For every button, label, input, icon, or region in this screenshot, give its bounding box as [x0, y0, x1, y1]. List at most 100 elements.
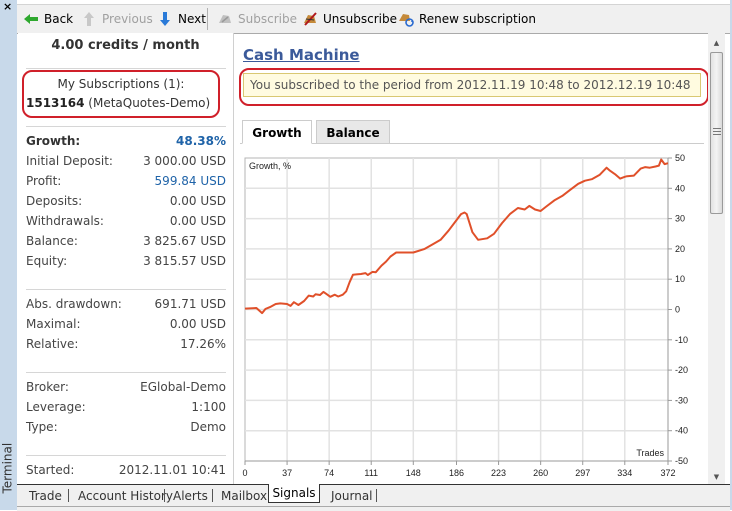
subscription-account[interactable]: 1513164 (MetaQuotes-Demo)	[26, 96, 216, 110]
divider	[26, 455, 226, 456]
renew-icon	[399, 14, 414, 27]
tab-signals[interactable]: Signals	[268, 484, 320, 503]
growth-chart: 0 37 74 111 148 186 223 260 297 334 372 50 40 30 20 10 0…	[242, 153, 688, 478]
x-tick-label: 37	[282, 468, 292, 478]
stat-value: 48.38%	[176, 134, 226, 148]
stat-label: Abs. drawdown:	[26, 297, 122, 311]
stat-relative: Relative: 17.26%	[26, 337, 226, 355]
y-tick-label: 20	[675, 244, 685, 254]
stat-started: Started: 2012.11.01 10:41	[26, 463, 226, 481]
subscribe-button[interactable]: Subscribe	[217, 10, 297, 28]
panel-divider	[233, 33, 234, 485]
x-tick-label: 297	[575, 468, 590, 478]
arrow-left-icon	[24, 14, 38, 24]
my-subscriptions-title: My Subscriptions (1):	[57, 77, 185, 91]
divider	[26, 289, 226, 290]
tab-alerts[interactable]: Alerts	[173, 488, 208, 504]
y-tick-label: 10	[675, 274, 685, 284]
y-tick-label: -30	[675, 395, 688, 405]
tab-trade[interactable]: Trade	[29, 488, 62, 504]
chart-title: Growth, %	[249, 161, 291, 171]
stat-value: 3 825.67 USD	[143, 234, 226, 248]
arrow-down-icon	[160, 12, 170, 26]
stat-initial-deposit: Initial Deposit: 3 000.00 USD	[26, 154, 226, 172]
divider	[26, 126, 226, 127]
stat-label: Deposits:	[26, 194, 83, 208]
subscription-period-notice: You subscribed to the period from 2012.1…	[243, 73, 701, 97]
stat-value: 0.00 USD	[169, 317, 226, 331]
signal-name-link[interactable]: Cash Machine	[243, 46, 360, 64]
stat-value: 599.84 USD	[154, 174, 226, 188]
stat-value: 691.71 USD	[154, 297, 226, 311]
stat-label: Profit:	[26, 174, 62, 188]
stat-withdrawals: Withdrawals: 0.00 USD	[26, 214, 226, 232]
y-tick-label: 50	[675, 153, 685, 163]
stat-value: Demo	[190, 420, 226, 434]
divider	[26, 68, 226, 69]
stat-value: 1:100	[191, 400, 226, 414]
stat-type: Type: Demo	[26, 420, 226, 438]
toolbar-separator	[207, 8, 208, 30]
x-tick-label: 148	[406, 468, 421, 478]
terminal-side-label: Terminal	[0, 442, 15, 494]
tab-growth[interactable]: Growth	[242, 120, 312, 144]
y-tick-label: -40	[675, 426, 688, 436]
y-tick-label: -10	[675, 335, 688, 345]
tab-journal[interactable]: Journal	[331, 488, 373, 504]
stat-label: Broker:	[26, 380, 69, 394]
stat-maximal: Maximal: 0.00 USD	[26, 317, 226, 335]
stat-label: Maximal:	[26, 317, 81, 331]
bottom-border	[17, 506, 730, 507]
stat-value: 0.00 USD	[169, 214, 226, 228]
stat-label: Leverage:	[26, 400, 86, 414]
stat-leverage: Leverage: 1:100	[26, 400, 226, 418]
back-label: Back	[44, 12, 74, 26]
stat-growth: Growth: 48.38%	[26, 134, 226, 152]
y-tick-label: -20	[675, 365, 688, 375]
previous-label: Previous	[102, 12, 153, 26]
x-tick-label: 260	[533, 468, 548, 478]
stat-value: 0.00 USD	[169, 194, 226, 208]
account-server: (MetaQuotes-Demo)	[88, 96, 211, 110]
stat-equity: Equity: 3 815.57 USD	[26, 254, 226, 272]
renew-label: Renew subscription	[419, 12, 536, 26]
tab-mailbox[interactable]: Mailbox	[221, 488, 267, 504]
back-button[interactable]: Back	[23, 10, 73, 28]
grip-icon	[713, 128, 721, 136]
unsubscribe-icon	[304, 12, 317, 26]
y-tick-label: 30	[675, 214, 685, 224]
x-tick-label: 186	[449, 468, 464, 478]
x-tick-label: 111	[364, 468, 378, 478]
stat-value: 17.26%	[180, 337, 226, 351]
account-number: 1513164	[26, 96, 85, 110]
stat-label: Balance:	[26, 234, 78, 248]
tab-separator	[68, 489, 69, 502]
y-tick-label: 40	[675, 183, 685, 193]
next-button[interactable]: Next	[157, 10, 206, 28]
tab-account-history[interactable]: Account History	[78, 488, 173, 504]
stat-balance: Balance: 3 825.67 USD	[26, 234, 226, 252]
scroll-up-arrow-icon[interactable]: ▲	[708, 36, 725, 50]
unsubscribe-button[interactable]: Unsubscribe	[302, 10, 397, 28]
stat-value: 3 815.57 USD	[143, 254, 226, 268]
y-tick-label: 0	[675, 305, 680, 315]
stat-label: Started:	[26, 463, 75, 477]
y-tick-label: -50	[675, 456, 688, 466]
x-tick-label: 334	[617, 468, 632, 478]
close-icon[interactable]: ×	[3, 1, 12, 12]
stat-label: Growth:	[26, 134, 81, 148]
tab-balance[interactable]: Balance	[316, 120, 390, 144]
stat-label: Initial Deposit:	[26, 154, 113, 168]
tab-separator	[164, 489, 165, 502]
tab-separator	[212, 489, 213, 502]
renew-subscription-button[interactable]: Renew subscription	[398, 10, 536, 28]
x-tick-label: 372	[660, 468, 675, 478]
subscribe-icon	[219, 15, 231, 23]
stat-abs-drawdown: Abs. drawdown: 691.71 USD	[26, 297, 226, 315]
stat-value: 2012.11.01 10:41	[118, 463, 226, 477]
previous-button[interactable]: Previous	[81, 10, 153, 28]
scroll-down-arrow-icon[interactable]: ▼	[708, 470, 725, 484]
subscription-price: 4.00 credits / month	[51, 38, 200, 53]
stat-label: Relative:	[26, 337, 79, 351]
toolbar: Back Previous Next Subscribe Unsubscribe…	[17, 4, 730, 34]
